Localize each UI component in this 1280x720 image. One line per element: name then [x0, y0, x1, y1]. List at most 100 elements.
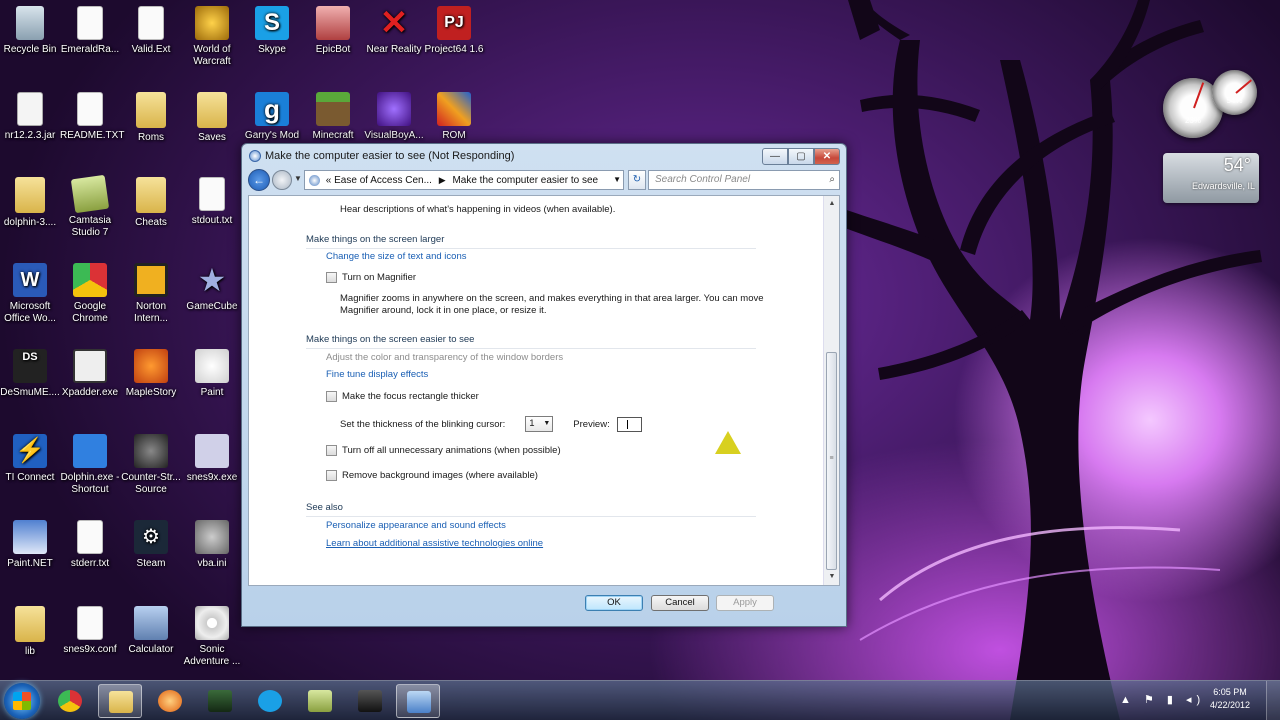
desktop-icon[interactable]: g Garry's Mod [242, 92, 302, 142]
desktop-icon[interactable]: snes9x.conf [60, 606, 120, 656]
clock[interactable]: 6:05 PM 4/22/2012 [1210, 686, 1250, 712]
desktop-icon[interactable]: Xpadder.exe [60, 349, 120, 399]
fine-tune-effects-link[interactable]: Fine tune display effects [326, 369, 428, 380]
background-images-label[interactable]: Remove background images (where availabl… [342, 470, 538, 481]
desktop-icon-label: Counter-Str... Source [121, 472, 181, 495]
taskbar-terminal[interactable] [198, 684, 242, 718]
desktop-icon[interactable]: Recycle Bin [0, 6, 60, 56]
desktop-icon[interactable]: EpicBot [303, 6, 363, 56]
change-text-size-link[interactable]: Change the size of text and icons [326, 251, 466, 262]
close-button[interactable]: ✕ [814, 148, 840, 165]
search-input[interactable]: Search Control Panel ⌕ [648, 170, 840, 190]
memory-meter-gadget[interactable]: 54% [1212, 70, 1257, 115]
taskbar-media-player[interactable] [148, 684, 192, 718]
magnifier-option[interactable]: Turn on Magnifier [326, 272, 416, 283]
desktop-icon[interactable]: World of Warcraft [182, 6, 242, 68]
refresh-button[interactable]: ↻ [628, 170, 646, 190]
desktop-icon[interactable]: Calculator [121, 606, 181, 656]
desktop-icon[interactable]: snes9x.exe [182, 434, 242, 484]
focus-rectangle-option[interactable]: Make the focus rectangle thicker [326, 391, 479, 402]
desktop-icon[interactable]: W Microsoft Office Wo... [0, 263, 60, 325]
desktop-icon[interactable]: VisualBoyA... [364, 92, 424, 142]
magnifier-label[interactable]: Turn on Magnifier [342, 272, 416, 283]
show-desktop-button[interactable] [1266, 681, 1280, 720]
ok-button[interactable]: OK [585, 595, 643, 611]
desktop-icon[interactable]: ✕ Near Reality [364, 6, 424, 56]
breadcrumb-overflow[interactable]: « [326, 175, 332, 186]
recent-pages-dropdown[interactable]: ▼ [294, 174, 302, 183]
rom-icon [437, 92, 471, 126]
desktop-icon[interactable]: ★ GameCube [182, 263, 242, 313]
animations-label[interactable]: Turn off all unnecessary animations (whe… [342, 445, 561, 456]
cancel-button[interactable]: Cancel [651, 595, 709, 611]
animations-option[interactable]: Turn off all unnecessary animations (whe… [326, 445, 561, 456]
desktop-icon[interactable]: Google Chrome [60, 263, 120, 325]
scroll-up-icon[interactable]: ▲ [824, 196, 839, 212]
vertical-scrollbar[interactable]: ▲ ≡ ▼ [823, 196, 839, 585]
desktop-icon-label: Near Reality [366, 44, 422, 55]
tray-icons[interactable]: ▲ ⚑ ▮ ◂) [1120, 693, 1205, 706]
desktop-icon[interactable]: lib [0, 606, 60, 658]
scroll-thumb[interactable]: ≡ [826, 352, 837, 570]
background-images-option[interactable]: Remove background images (where availabl… [326, 470, 538, 481]
desktop-icon[interactable]: vba.ini [182, 520, 242, 570]
cpu-needle [1193, 82, 1205, 109]
magnifier-checkbox[interactable] [326, 272, 337, 283]
taskbar-recorder[interactable] [348, 684, 392, 718]
taskbar-control-panel[interactable] [396, 684, 440, 718]
breadcrumb-separator-icon[interactable]: ▶ [439, 175, 446, 185]
desktop-icon[interactable]: Valid.Ext [121, 6, 181, 56]
minimize-button[interactable]: — [762, 148, 788, 165]
breadcrumb-current[interactable]: Make the computer easier to see [452, 175, 598, 186]
taskbar-camtasia[interactable] [298, 684, 342, 718]
address-bar[interactable]: « Ease of Access Cen... ▶ Make the compu… [304, 170, 624, 190]
focus-rectangle-label[interactable]: Make the focus rectangle thicker [342, 391, 479, 402]
assistive-tech-link[interactable]: Learn about additional assistive technol… [326, 538, 543, 549]
desktop-icon[interactable]: README.TXT [60, 92, 124, 142]
desktop-icon[interactable]: dolphin-3.... [0, 177, 60, 229]
back-button[interactable]: ← [248, 169, 270, 191]
desktop-icon[interactable]: S Skype [242, 6, 302, 56]
desktop-icon[interactable]: PJ Project64 1.6 [424, 6, 484, 56]
desktop-icon[interactable]: Sonic Adventure ... [182, 606, 242, 668]
desktop-icon-label: stdout.txt [191, 215, 233, 226]
scroll-down-icon[interactable]: ▼ [824, 569, 839, 585]
maximize-button[interactable]: ▢ [788, 148, 814, 165]
desktop-icon[interactable]: MapleStory [121, 349, 181, 399]
taskbar-skype[interactable] [248, 684, 292, 718]
animations-checkbox[interactable] [326, 445, 337, 456]
desktop-icon[interactable]: EmeraldRa... [60, 6, 120, 56]
focus-rectangle-checkbox[interactable] [326, 391, 337, 402]
title-bar[interactable]: Make the computer easier to see (Not Res… [242, 144, 846, 168]
desktop-icon[interactable]: Dolphin.exe - Shortcut [60, 434, 120, 496]
taskbar-chrome[interactable] [48, 684, 92, 718]
desktop-icon[interactable]: ROM [424, 92, 484, 142]
cursor-thickness-select[interactable]: 1 ▼ [525, 416, 554, 432]
address-dropdown-icon[interactable]: ▼ [613, 171, 621, 189]
personalize-link[interactable]: Personalize appearance and sound effects [326, 520, 506, 531]
desktop-icon[interactable]: Camtasia Studio 7 [60, 174, 120, 239]
desktop-icon[interactable]: Counter-Str... Source [121, 434, 181, 496]
desktop-icon[interactable]: ⚡ TI Connect [0, 434, 60, 484]
desktop-icon[interactable]: Saves [182, 92, 242, 144]
forward-button[interactable] [272, 170, 292, 190]
background-images-checkbox[interactable] [326, 470, 337, 481]
desktop-icon[interactable]: Cheats [121, 177, 181, 229]
system-tray: ▲ ⚑ ▮ ◂) 6:05 PM 4/22/2012 [1120, 681, 1280, 720]
start-button[interactable] [4, 683, 40, 719]
desktop-icon[interactable]: Paint.NET [0, 520, 60, 570]
desktop-icon[interactable]: stdout.txt [182, 177, 242, 227]
desktop-icon[interactable]: ⚙ Steam [121, 520, 181, 570]
clock-time: 6:05 PM [1213, 687, 1247, 697]
desktop-icon[interactable]: nr12.2.3.jar [0, 92, 60, 142]
weather-gadget[interactable]: 54° Edwardsville, IL [1163, 153, 1259, 203]
desktop-icon[interactable]: DS DeSmuME.... [0, 349, 60, 399]
desktop-icon[interactable]: Roms [121, 92, 181, 144]
taskbar-explorer[interactable] [98, 684, 142, 718]
breadcrumb-parent[interactable]: Ease of Access Cen... [334, 175, 432, 186]
search-icon[interactable]: ⌕ [829, 171, 835, 189]
desktop-icon[interactable]: Norton Intern... [121, 263, 181, 325]
desktop-icon[interactable]: stderr.txt [60, 520, 120, 570]
desktop-icon[interactable]: Paint [182, 349, 242, 399]
desktop-icon[interactable]: Minecraft [303, 92, 363, 142]
